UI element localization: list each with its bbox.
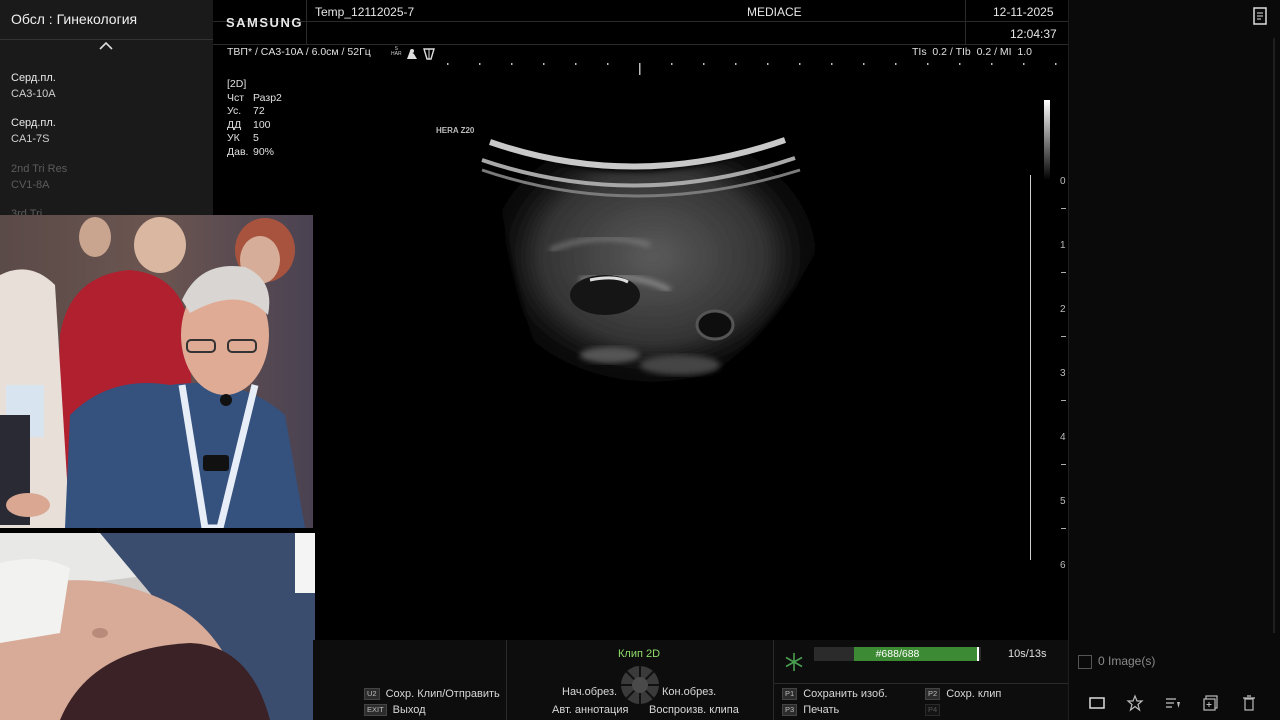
thermal-index: TIs 0.2 / TIb 0.2 / MI 1.0 bbox=[912, 46, 1033, 58]
exam-date: 12-11-2025 bbox=[993, 5, 1054, 19]
report-icon[interactable] bbox=[1252, 7, 1268, 30]
preset-name: Серд.пл. bbox=[11, 72, 56, 84]
p4-key[interactable]: P4 bbox=[925, 704, 946, 716]
divider bbox=[773, 683, 1068, 684]
save-image-button[interactable]: P1 Сохранить изоб. bbox=[782, 688, 887, 700]
param-row: Ус. 72 bbox=[227, 105, 265, 118]
preset-probe: CV1-8A bbox=[11, 179, 50, 191]
device-model-label: HERA Z20 bbox=[436, 126, 475, 135]
ultrasound-image bbox=[481, 137, 830, 401]
image-thumbnail-sidebar bbox=[1068, 0, 1280, 720]
clip-mode-label: Клип 2D bbox=[618, 648, 661, 660]
depth-tick bbox=[1061, 400, 1066, 401]
mode-label: [2D] bbox=[227, 78, 247, 90]
depth-tick bbox=[1061, 464, 1066, 465]
depth-tick bbox=[1061, 336, 1066, 337]
exam-title: Обсл : Гинекология bbox=[11, 11, 138, 27]
header-divider bbox=[965, 0, 966, 44]
depth-tick bbox=[1061, 208, 1066, 209]
depth-label: 4 bbox=[1060, 432, 1066, 443]
image-count: 0 Image(s) bbox=[1098, 654, 1156, 668]
lateral-scale bbox=[447, 63, 1057, 75]
trash-icon[interactable] bbox=[1240, 694, 1258, 712]
auto-annotation-button[interactable]: Авт. аннотация bbox=[552, 704, 628, 716]
trim-end-button[interactable]: Кон.обрез. bbox=[662, 686, 716, 698]
freeze-snowflake-icon bbox=[784, 652, 804, 677]
depth-label: 3 bbox=[1060, 368, 1066, 379]
exit-button[interactable]: EXIT Выход bbox=[364, 704, 426, 716]
patient-id: Temp_12112025-7 bbox=[315, 5, 415, 19]
depth-label: 1 bbox=[1060, 240, 1066, 251]
play-clip-button[interactable]: Воспроизв. клипа bbox=[649, 704, 739, 716]
param-row: ДД 100 bbox=[227, 118, 271, 131]
depth-label: 5 bbox=[1060, 496, 1066, 507]
header-divider bbox=[213, 44, 1068, 45]
depth-tick bbox=[1061, 272, 1066, 273]
single-view-icon[interactable] bbox=[1088, 694, 1106, 712]
preset-item[interactable]: 2nd Tri Res CV1-8A bbox=[11, 161, 67, 193]
preset-item[interactable]: Серд.пл. CA3-10A bbox=[11, 70, 56, 102]
scrollbar[interactable] bbox=[1273, 38, 1275, 633]
save-clip-button[interactable]: P2 Сохр. клип bbox=[925, 688, 1001, 700]
depth-tick bbox=[1061, 528, 1066, 529]
star-icon[interactable] bbox=[1126, 694, 1144, 712]
exam-time: 12:04:37 bbox=[1010, 27, 1057, 41]
preset-item[interactable]: Серд.пл. CA1-7S bbox=[11, 115, 56, 147]
grayscale-bar bbox=[1044, 100, 1050, 180]
clip-time: 10s/13s bbox=[1008, 648, 1047, 660]
transducer-icon bbox=[406, 47, 418, 65]
focus-depth-line bbox=[1030, 175, 1031, 560]
chevron-up-icon[interactable] bbox=[98, 40, 114, 55]
trim-start-button[interactable]: Нач.обрез. bbox=[562, 686, 617, 698]
depth-label: 2 bbox=[1060, 304, 1066, 315]
depth-label: 6 bbox=[1060, 560, 1066, 571]
sort-filter-icon[interactable] bbox=[1164, 694, 1182, 712]
imaging-parameters: [2D] Чст Разр2 Ус. 72 ДД 100 УК 5 Дав. 90% bbox=[227, 78, 282, 160]
preset-name: 2nd Tri Res bbox=[11, 163, 68, 175]
divider bbox=[773, 640, 774, 720]
param-row: УК 5 bbox=[227, 132, 259, 145]
brand-logo: SAMSUNG bbox=[226, 15, 303, 30]
har-indicator: S HAR bbox=[391, 46, 402, 57]
preset-panel: Обсл : Гинекология Серд.пл. CA3-10A Серд… bbox=[0, 0, 213, 220]
param-row: Дав. 90% bbox=[227, 145, 275, 158]
patient-camera-feed bbox=[0, 533, 315, 720]
divider bbox=[506, 640, 507, 720]
export-icon[interactable] bbox=[1202, 694, 1220, 712]
preset-probe: CA1-7S bbox=[11, 133, 50, 145]
frame-counter: #688/688 bbox=[875, 648, 920, 660]
probe-info: ТВП* / CA3-10A / 6.0см / 52Гц bbox=[227, 46, 371, 58]
institution-name: MEDIACE bbox=[747, 5, 802, 19]
preset-probe: CA3-10A bbox=[11, 88, 56, 100]
header-divider bbox=[306, 0, 307, 44]
header-divider bbox=[213, 21, 1068, 22]
select-all-checkbox[interactable] bbox=[1078, 655, 1092, 669]
presenter-camera-feed bbox=[0, 215, 313, 528]
param-row: Чст Разр2 bbox=[227, 91, 282, 104]
orientation-icon bbox=[423, 47, 435, 65]
save-clip-send-button[interactable]: U2 Сохр. Клип/Отправить bbox=[364, 688, 500, 700]
preset-name: Серд.пл. bbox=[11, 117, 56, 129]
cine-progress-bar[interactable]: #688/688 bbox=[814, 647, 981, 661]
depth-label: 0 bbox=[1060, 176, 1066, 187]
print-button[interactable]: P3 Печать bbox=[782, 704, 839, 716]
